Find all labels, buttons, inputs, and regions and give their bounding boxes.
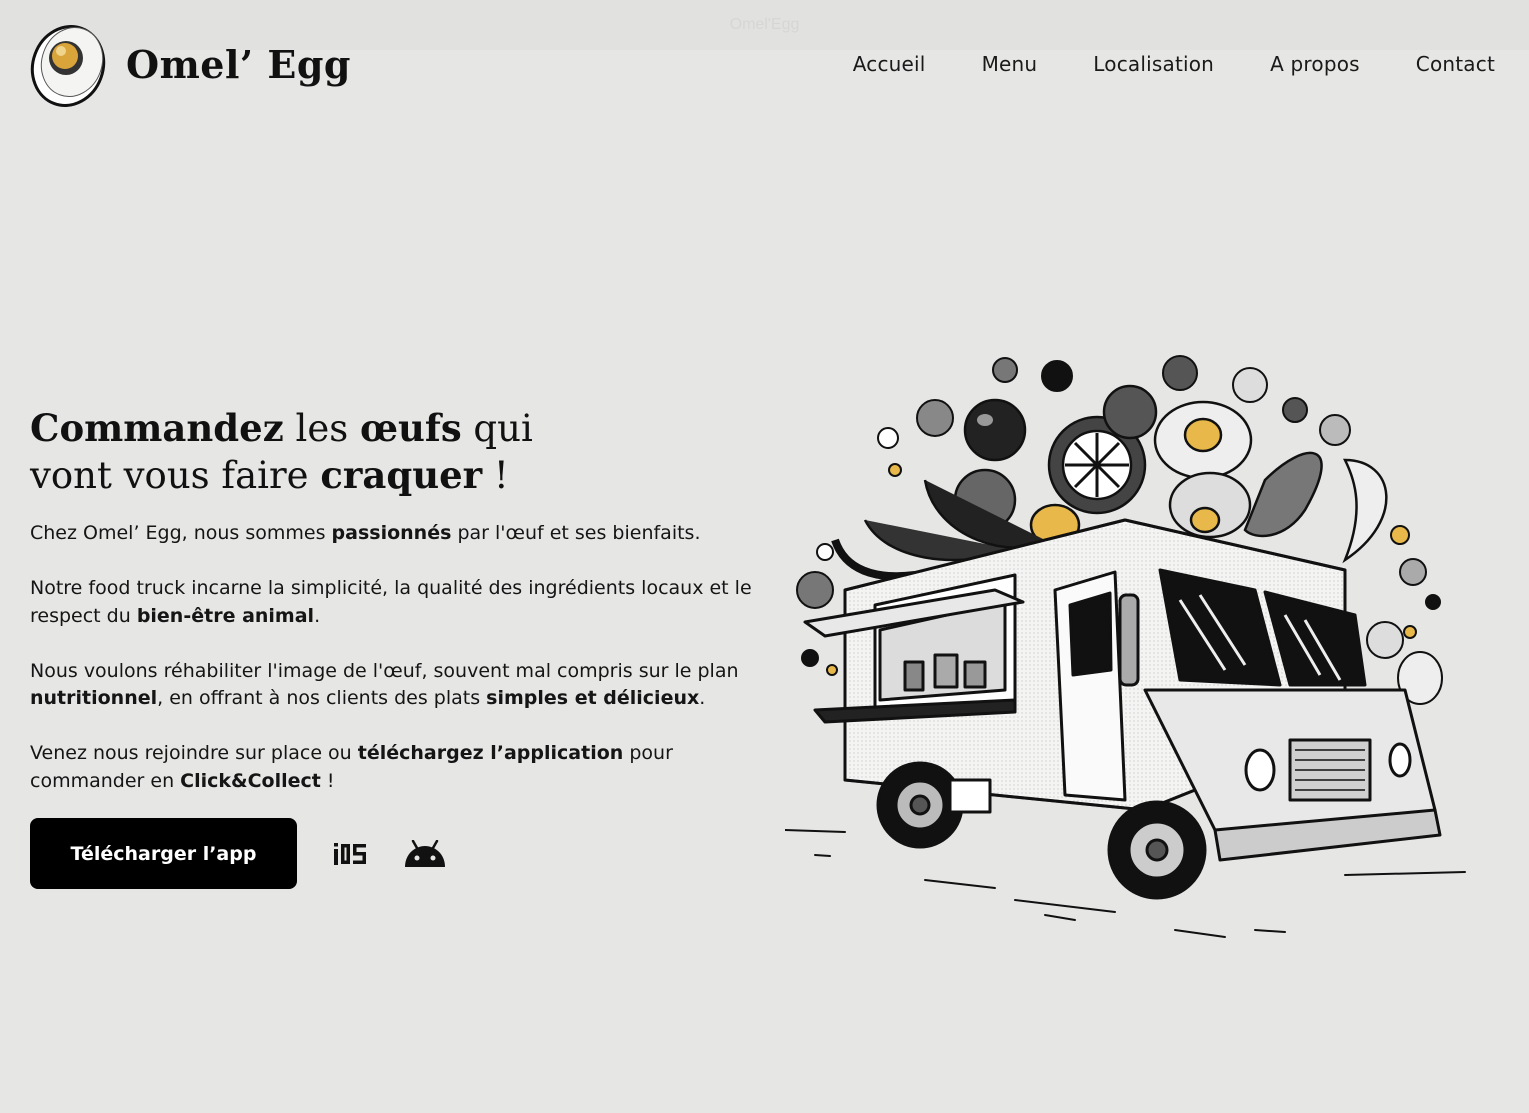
text-bold: simples et délicieux xyxy=(486,687,700,709)
download-app-button[interactable]: Télécharger l’app xyxy=(30,818,297,889)
hero-paragraph-1: Chez Omel’ Egg, nous sommes passionnés p… xyxy=(30,520,775,548)
hero-paragraph-2: Notre food truck incarne la simplicité, … xyxy=(30,575,775,630)
text-bold: Click&Collect xyxy=(180,769,321,792)
text: ! xyxy=(320,769,335,792)
android-icon[interactable] xyxy=(403,839,447,869)
text-bold: nutritionnel xyxy=(30,687,158,709)
android-glyph xyxy=(405,839,445,867)
text-bold: passionnés xyxy=(331,522,452,544)
nav-accueil[interactable]: Accueil xyxy=(853,52,926,76)
main-nav: Accueil Menu Localisation A propos Conta… xyxy=(853,52,1495,76)
hero-title-les: les xyxy=(283,407,360,450)
text: . xyxy=(699,687,706,709)
hero-paragraph-3: Nous voulons réhabiliter l'image de l'œu… xyxy=(30,658,775,713)
nav-menu[interactable]: Menu xyxy=(982,52,1038,76)
egg-logo-icon xyxy=(30,25,106,107)
hero-title-commandez: Commandez xyxy=(30,406,284,450)
hero-text: Chez Omel’ Egg, nous sommes passionnés p… xyxy=(30,520,775,823)
nav-localisation[interactable]: Localisation xyxy=(1093,52,1214,76)
nav-a-propos[interactable]: A propos xyxy=(1270,52,1360,76)
text: , en offrant à nos clients des plats xyxy=(157,687,487,709)
brand-name: Omel’ Egg xyxy=(126,41,351,87)
text: Venez nous rejoindre sur place ou xyxy=(30,742,358,764)
text-bold: téléchargez l’application xyxy=(357,742,624,764)
page: Omel'Egg Omel’ Egg Accueil Menu Localisa… xyxy=(0,0,1529,1113)
hero-title: Commandez les œufs qui vont vous faire cr… xyxy=(30,405,533,499)
hero-title-line2: vont vous faire xyxy=(30,454,321,497)
hero-paragraph-4: Venez nous rejoindre sur place ou téléch… xyxy=(30,740,775,795)
logo[interactable]: Omel’ Egg xyxy=(30,20,351,108)
ios-glyph xyxy=(334,842,366,865)
food-truck-illustration xyxy=(785,355,1466,938)
cta-row: Télécharger l’app xyxy=(30,818,447,889)
text: Nous voulons réhabiliter l'image de l'œu… xyxy=(30,659,739,682)
text-bold: bien-être animal xyxy=(136,604,315,627)
text: par l'œuf et ses bienfaits. xyxy=(451,522,701,544)
nav-contact[interactable]: Contact xyxy=(1416,52,1495,76)
hero-title-qui: qui xyxy=(461,407,533,450)
text: . xyxy=(314,604,321,627)
hero-title-craquer: craquer xyxy=(320,453,483,497)
hero-title-oeufs: œufs xyxy=(359,406,462,450)
ios-icon[interactable] xyxy=(333,839,367,869)
text: Chez Omel’ Egg, nous sommes xyxy=(30,522,332,544)
hero-title-exclaim: ! xyxy=(482,454,509,497)
